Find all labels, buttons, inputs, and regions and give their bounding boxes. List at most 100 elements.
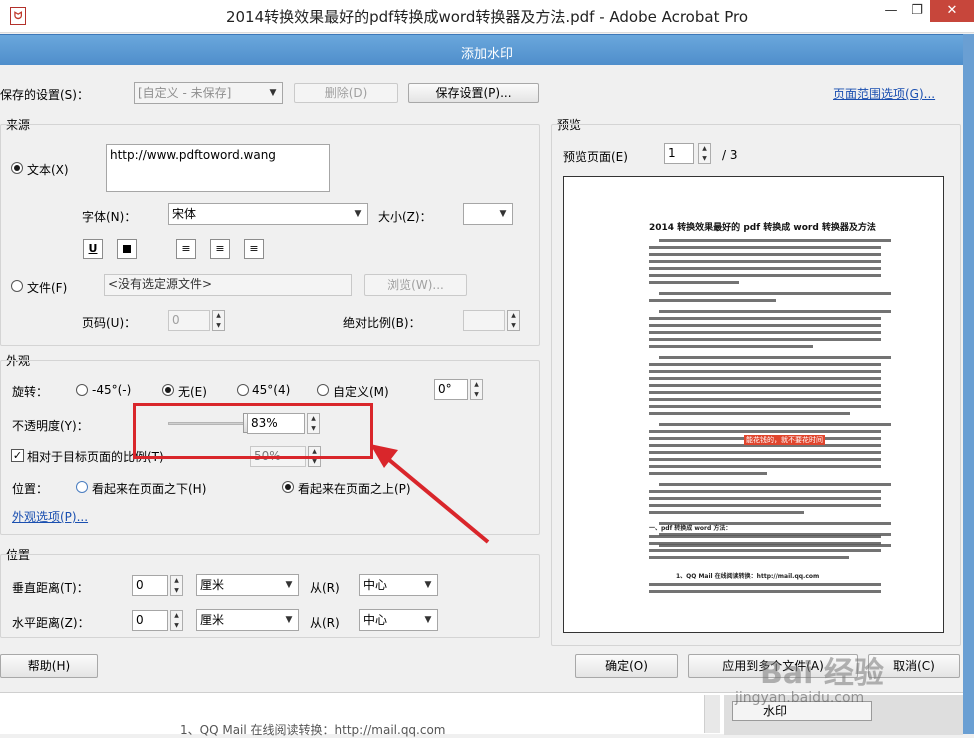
rotation-minus45-label: -45°(-) <box>92 383 132 397</box>
preview-doc-heading: 2014 转换效果最好的 pdf 转换成 word 转换器及方法 <box>649 223 876 233</box>
rotation-stepper[interactable]: ▲ ▼ <box>470 379 483 400</box>
preview-text-line <box>649 363 881 366</box>
background-scrollbar[interactable] <box>704 695 720 733</box>
absolute-scale-input[interactable] <box>463 310 505 331</box>
vertical-from-select[interactable]: 中心 ▼ <box>359 574 438 596</box>
preview-text-line <box>649 338 881 341</box>
chevron-down-icon: ▼ <box>285 580 293 590</box>
size-label: 大小(Z)： <box>378 210 432 224</box>
opacity-label: 不透明度(Y)： <box>12 419 89 433</box>
font-label: 字体(N)： <box>82 210 137 224</box>
preview-text-line <box>649 398 881 401</box>
horizontal-distance-input[interactable]: 0 <box>132 610 168 631</box>
horizontal-from-select[interactable]: 中心 ▼ <box>359 609 438 631</box>
absolute-scale-label: 绝对比例(B)： <box>343 316 421 330</box>
horizontal-distance-stepper[interactable]: ▲ ▼ <box>170 610 183 631</box>
rotation-label: 旋转： <box>12 385 49 399</box>
vertical-distance-input[interactable]: 0 <box>132 575 168 596</box>
minimize-icon[interactable]: — <box>876 0 906 22</box>
preview-text-line <box>649 542 881 545</box>
vertical-unit-select[interactable]: 厘米 ▼ <box>196 574 299 596</box>
page-number-label: 页码(U)： <box>82 316 137 330</box>
help-button[interactable]: 帮助(H) <box>0 654 98 678</box>
position-label: 位置： <box>12 482 49 496</box>
text-radio-label: 文本(X) <box>27 163 69 177</box>
saved-settings-select[interactable]: [自定义 - 未保存] ▼ <box>134 82 283 104</box>
preview-text-line <box>649 497 881 500</box>
text-radio[interactable] <box>11 162 23 174</box>
preview-text-line <box>649 260 881 263</box>
size-select[interactable]: ▼ <box>463 203 513 225</box>
page-number-stepper[interactable]: ▲ ▼ <box>212 310 225 331</box>
page-number-input[interactable]: 0 <box>168 310 210 331</box>
preview-text-line <box>649 465 881 468</box>
dialog-title: 添加水印 <box>460 47 513 62</box>
align-center-icon[interactable]: ≡ <box>210 239 230 259</box>
delete-button[interactable]: 删除(D) <box>294 83 398 103</box>
preview-text-line <box>659 356 891 359</box>
rotation-minus45-radio[interactable] <box>76 384 88 396</box>
preview-text-line <box>649 535 881 538</box>
rotation-none-label: 无(E) <box>178 385 207 399</box>
vertical-distance-label: 垂直距离(T)： <box>12 581 89 595</box>
horizontal-unit-select[interactable]: 厘米 ▼ <box>196 609 299 631</box>
restore-icon[interactable]: ❐ <box>906 0 928 22</box>
arrow-annotation <box>370 444 490 544</box>
file-radio[interactable] <box>11 280 23 292</box>
source-file-field: <没有选定源文件> <box>104 274 352 296</box>
site-watermark-url: jingyan.baidu.com <box>735 690 865 706</box>
preview-page-stepper[interactable]: ▲ ▼ <box>698 143 711 164</box>
ok-button[interactable]: 确定(O) <box>575 654 678 678</box>
preview-text-line <box>659 483 891 486</box>
vertical-distance-stepper[interactable]: ▲ ▼ <box>170 575 183 596</box>
dialog-edge <box>963 34 974 734</box>
preview-text-line <box>649 370 881 373</box>
chevron-down-icon: ▼ <box>499 209 507 219</box>
app-title: 2014转换效果最好的pdf转换成word转换器及方法.pdf - Adobe … <box>225 8 749 26</box>
preview-text-line <box>649 458 881 461</box>
preview-text-line <box>649 317 881 320</box>
app-titlebar: ᗢ 2014转换效果最好的pdf转换成word转换器及方法.pdf - Adob… <box>0 0 974 33</box>
underline-button[interactable]: U <box>83 239 103 259</box>
preview-text-line <box>649 246 881 249</box>
rotation-none-radio[interactable] <box>162 384 174 396</box>
horizontal-from-label: 从(R) <box>310 616 340 630</box>
close-icon[interactable]: ✕ <box>930 0 974 22</box>
preview-text-line <box>649 590 881 593</box>
preview-page-label: 预览页面(E) <box>563 150 628 164</box>
preview-text-line <box>649 412 850 415</box>
font-color-button[interactable] <box>117 239 137 259</box>
relative-scale-checkbox[interactable]: ✓ <box>11 449 24 462</box>
appearance-options-link[interactable]: 外观选项(P)... <box>12 508 88 525</box>
rotation-45-radio[interactable] <box>237 384 249 396</box>
align-left-icon[interactable]: ≡ <box>176 239 196 259</box>
rotation-custom-radio[interactable] <box>317 384 329 396</box>
preview-text-line <box>649 556 849 559</box>
dialog-titlebar: 添加水印 <box>0 34 974 65</box>
chevron-down-icon: ▼ <box>424 580 432 590</box>
rotation-input[interactable]: 0° <box>434 379 468 400</box>
font-select[interactable]: 宋体 ▼ <box>168 203 368 225</box>
font-value: 宋体 <box>172 207 197 221</box>
vertical-from-label: 从(R) <box>310 581 340 595</box>
browse-button[interactable]: 浏览(W)... <box>364 274 467 296</box>
horizontal-unit-value: 厘米 <box>200 613 225 627</box>
preview-watermark-text: 能花钱的，就不要花时间 <box>744 435 825 445</box>
behind-page-label: 看起来在页面之下(H) <box>92 482 207 496</box>
preview-doc-section: 一、pdf 转换成 word 方法： <box>649 525 732 532</box>
preview-text-line <box>649 405 881 408</box>
preview-text-line <box>659 239 891 242</box>
page-range-link[interactable]: 页面范围选项(G)... <box>833 85 935 102</box>
chevron-down-icon: ▼ <box>285 615 293 625</box>
behind-page-radio[interactable] <box>76 481 88 493</box>
save-settings-button[interactable]: 保存设置(P)... <box>408 83 539 103</box>
watermark-text-input[interactable]: http://www.pdftoword.wang <box>106 144 330 192</box>
front-page-radio[interactable] <box>282 481 294 493</box>
chevron-down-icon: ▼ <box>424 615 432 625</box>
site-watermark: Bai 经验 <box>760 656 884 691</box>
preview-text-line <box>659 423 891 426</box>
preview-page-input[interactable]: 1 <box>664 143 694 164</box>
preview-text-line <box>649 504 881 507</box>
absolute-scale-stepper[interactable]: ▲ ▼ <box>507 310 520 331</box>
align-right-icon[interactable]: ≡ <box>244 239 264 259</box>
